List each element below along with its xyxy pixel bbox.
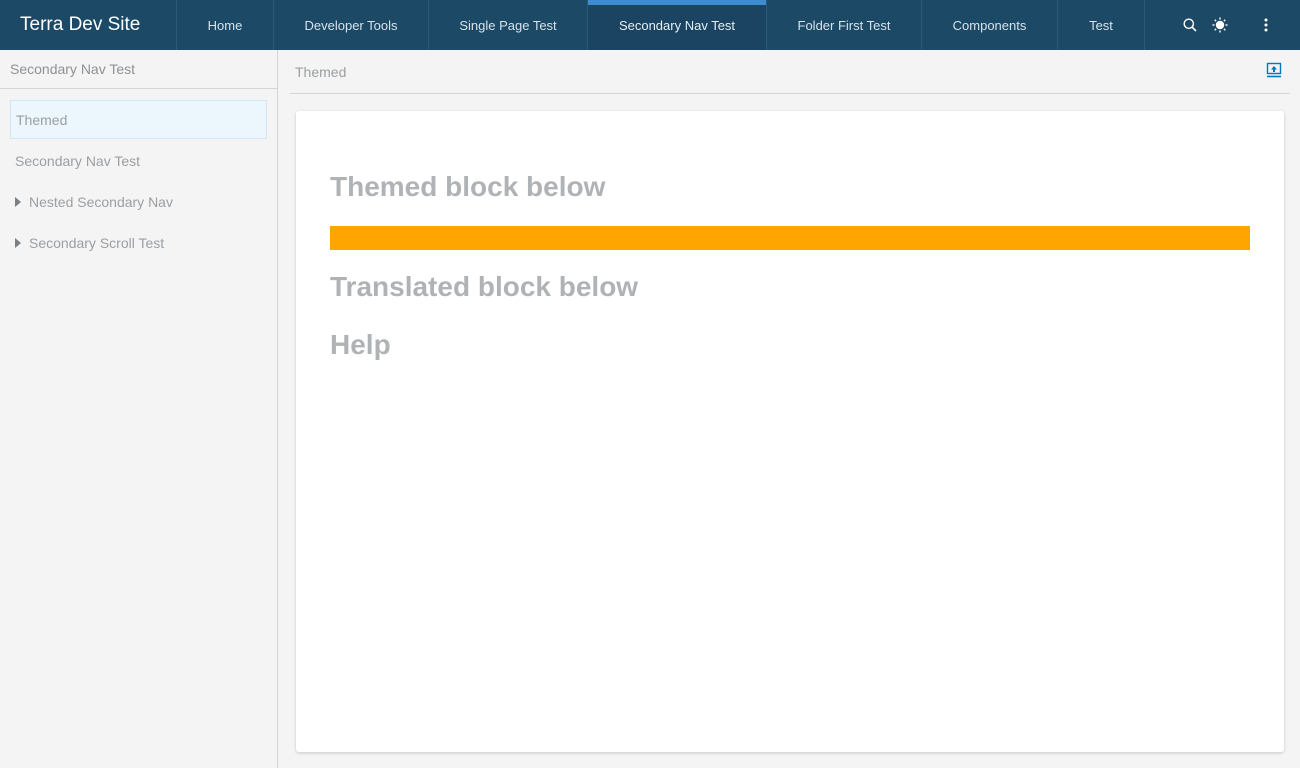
more-options-icon <box>1264 18 1268 32</box>
sidebar-title: Secondary Nav Test <box>0 50 277 89</box>
content-card: Themed block below Translated block belo… <box>296 111 1284 752</box>
primary-nav: Home Developer Tools Single Page Test Se… <box>177 0 1145 50</box>
sidebar-item-secondary-scroll-test[interactable]: Secondary Scroll Test <box>10 223 267 262</box>
nav-tab-folder-first-test[interactable]: Folder First Test <box>767 0 922 50</box>
page-title: Themed <box>295 63 347 80</box>
sidebar-menu: Themed Secondary Nav Test Nested Seconda… <box>0 89 277 262</box>
sidebar-item-label: Nested Secondary Nav <box>29 193 173 210</box>
nav-tab-single-page-test[interactable]: Single Page Test <box>429 0 588 50</box>
search-icon <box>1183 18 1197 32</box>
main-content: Themed Themed block below Translated blo… <box>279 50 1300 768</box>
nav-tab-secondary-nav-test[interactable]: Secondary Nav Test <box>588 0 767 50</box>
site-header: Terra Dev Site Home Developer Tools Sing… <box>0 0 1300 50</box>
panel-toggle-icon <box>1266 62 1282 78</box>
header-tools <box>1145 0 1300 50</box>
nav-tab-home[interactable]: Home <box>177 0 274 50</box>
sidebar-item-label: Secondary Scroll Test <box>29 234 165 251</box>
sidebar-item-secondary-nav-test[interactable]: Secondary Nav Test <box>10 141 267 180</box>
secondary-nav-sidebar: Secondary Nav Test Themed Secondary Nav … <box>0 50 278 768</box>
sidebar-item-label: Themed <box>16 111 68 128</box>
sidebar-item-nested-secondary-nav[interactable]: Nested Secondary Nav <box>10 182 267 221</box>
more-options-button[interactable] <box>1251 0 1281 50</box>
page-title-bar: Themed <box>290 50 1290 94</box>
nav-tab-developer-tools[interactable]: Developer Tools <box>274 0 429 50</box>
chevron-right-icon <box>15 237 29 248</box>
theme-toggle-icon <box>1212 17 1228 33</box>
sidebar-item-themed[interactable]: Themed <box>10 100 267 139</box>
toggle-menu-button[interactable] <box>1266 62 1282 78</box>
help-heading: Help <box>330 329 391 360</box>
chevron-right-icon <box>15 196 29 207</box>
search-button[interactable] <box>1175 0 1205 50</box>
sidebar-item-label: Secondary Nav Test <box>15 152 141 169</box>
translated-heading: Translated block below <box>330 271 639 302</box>
nav-tab-test[interactable]: Test <box>1058 0 1145 50</box>
themed-heading: Themed block below <box>330 171 606 202</box>
nav-tab-components[interactable]: Components <box>922 0 1058 50</box>
themed-block <box>330 226 1250 250</box>
site-brand[interactable]: Terra Dev Site <box>0 0 177 50</box>
theme-toggle-button[interactable] <box>1205 0 1235 50</box>
